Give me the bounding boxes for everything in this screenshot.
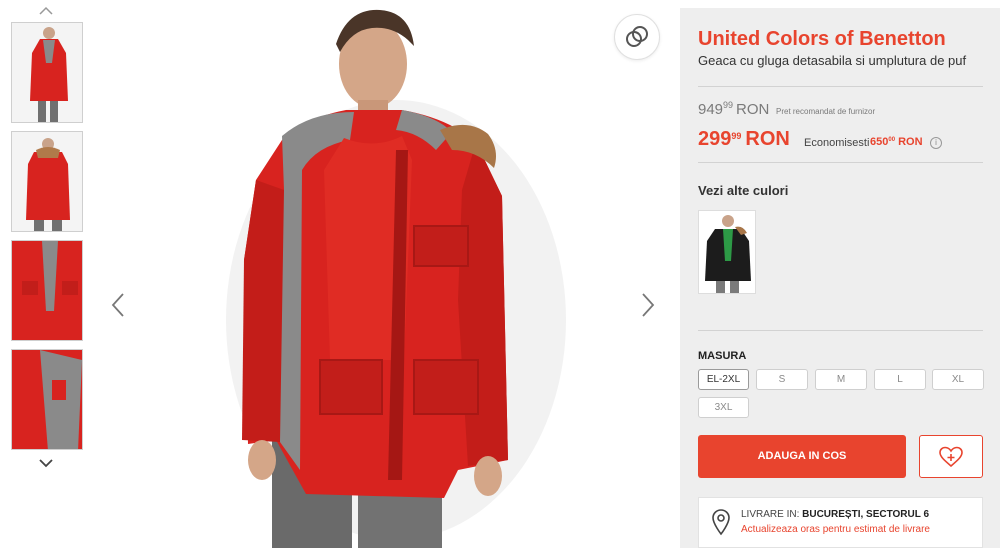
thumbnail-3[interactable]	[11, 240, 83, 341]
savings-currency: RON	[898, 136, 923, 148]
compare-rings-icon	[626, 26, 648, 47]
size-option-3xl[interactable]: 3XL	[698, 397, 749, 418]
brand-name[interactable]: United Colors of Benetton	[698, 28, 946, 51]
delivery-city: BUCUREȘTI, SECTORUL 6	[802, 509, 930, 520]
chevron-right-icon	[642, 293, 655, 317]
compare-button[interactable]	[614, 14, 660, 60]
previous-image-button[interactable]	[106, 290, 130, 320]
product-title: Geaca cu gluga detasabila si umplutura d…	[698, 53, 967, 68]
black-jacket-thumbnail	[699, 211, 755, 293]
sale-price-dec: 99	[731, 131, 742, 141]
old-price-note: Pret recomandat de furnizor	[776, 107, 876, 116]
savings-amount: 65000 RON	[870, 136, 923, 148]
delivery-box: LIVRARE IN: BUCUREȘTI, SECTORUL 6 Actual…	[698, 497, 983, 548]
size-option-m[interactable]: M	[815, 369, 867, 390]
sale-price-int: 299	[698, 128, 732, 150]
thumbnails-up-button[interactable]	[36, 4, 56, 18]
delivery-location: LIVRARE IN: BUCUREȘTI, SECTORUL 6	[741, 509, 929, 520]
update-city-link[interactable]: Actualizeaza oras pentru estimat de livr…	[741, 524, 930, 535]
jacket-detail-thumbnail	[12, 241, 82, 340]
size-option-xl[interactable]: XL	[932, 369, 984, 390]
old-price: 94999 RON	[698, 100, 769, 118]
sale-price: 29999 RON	[698, 128, 790, 151]
old-price-dec: 99	[723, 100, 734, 110]
thumbnail-1[interactable]	[11, 22, 83, 123]
divider	[698, 86, 983, 87]
sale-price-currency: RON	[745, 128, 790, 150]
divider	[698, 330, 983, 331]
savings-dec: 00	[888, 137, 896, 143]
size-title: MASURA	[698, 350, 747, 362]
chevron-down-icon	[39, 459, 53, 468]
old-price-currency: RON	[736, 101, 770, 118]
thumbnails-down-button[interactable]	[36, 456, 56, 470]
add-to-cart-button[interactable]: ADAUGA IN COS	[698, 435, 906, 478]
jacket-front-thumbnail	[12, 23, 82, 122]
savings-int: 650	[870, 136, 889, 148]
jacket-hood-thumbnail	[12, 132, 82, 231]
chevron-left-icon	[111, 293, 124, 317]
thumbnail-strip	[10, 0, 84, 548]
info-icon[interactable]: i	[930, 137, 942, 149]
other-colors-title: Vezi alte culori	[698, 183, 789, 198]
savings-label: Economisesti	[804, 137, 870, 149]
delivery-prefix: LIVRARE IN:	[741, 509, 800, 520]
size-option-l[interactable]: L	[874, 369, 926, 390]
thumbnail-4[interactable]	[11, 349, 83, 450]
thumbnail-2[interactable]	[11, 131, 83, 232]
divider	[698, 162, 983, 163]
product-image-stage	[96, 0, 666, 548]
product-main-image	[96, 0, 666, 548]
heart-plus-icon	[939, 446, 963, 467]
size-option-el-2xl[interactable]: EL-2XL	[698, 369, 749, 390]
size-option-s[interactable]: S	[756, 369, 808, 390]
old-price-int: 949	[698, 101, 724, 118]
color-option-black[interactable]	[698, 210, 756, 294]
wishlist-button[interactable]	[919, 435, 983, 478]
chevron-up-icon	[39, 6, 53, 15]
map-pin-icon	[712, 509, 730, 536]
product-info-panel: United Colors of Benetton Geaca cu gluga…	[680, 8, 1000, 548]
next-image-button[interactable]	[636, 290, 660, 320]
jacket-lining-thumbnail	[12, 350, 82, 449]
